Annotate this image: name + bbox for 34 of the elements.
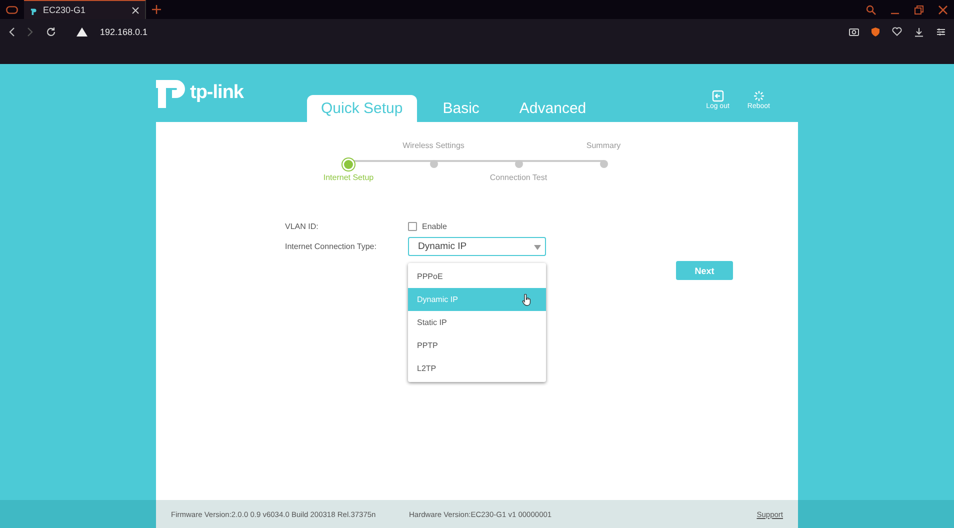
plus-icon[interactable] xyxy=(152,5,160,14)
logo-text: tp-link xyxy=(190,82,244,104)
dropdown-option[interactable]: PPPoE xyxy=(408,265,546,288)
reload-icon[interactable] xyxy=(46,26,56,36)
field-label: VLAN ID: xyxy=(285,222,320,231)
field-label: Internet Connection Type: xyxy=(285,242,378,251)
sliders-icon[interactable] xyxy=(936,26,946,36)
logo-icon xyxy=(156,78,188,108)
step-label: Summary xyxy=(585,141,622,152)
restore-icon[interactable] xyxy=(914,4,924,14)
checkbox-label: Enable xyxy=(422,222,447,231)
dropdown-option[interactable]: Static IP xyxy=(408,311,546,334)
camera-icon[interactable] xyxy=(849,27,859,36)
logout-icon xyxy=(712,90,724,102)
connection-type-select[interactable]: Dynamic IP xyxy=(408,237,546,256)
forward-icon[interactable] xyxy=(27,26,34,36)
warning-icon[interactable] xyxy=(76,26,88,36)
step-label: Internet Setup xyxy=(322,173,375,184)
caret-icon xyxy=(534,245,541,250)
address-field[interactable]: 192.168.0.1 xyxy=(100,26,148,36)
shield-icon[interactable] xyxy=(871,26,880,36)
logo-icon xyxy=(30,6,39,14)
dropdown-option[interactable]: PPTP xyxy=(408,334,546,357)
download-icon[interactable] xyxy=(914,26,924,36)
back-icon[interactable] xyxy=(8,26,15,36)
dropdown-option[interactable]: L2TP xyxy=(408,357,546,380)
step-label: Connection Test xyxy=(488,173,548,184)
search-icon[interactable] xyxy=(866,4,876,14)
checkbox[interactable] xyxy=(408,222,417,231)
pointer-icon xyxy=(522,294,531,306)
browser-tab[interactable]: EC230-G1 xyxy=(24,0,146,19)
spinner-icon xyxy=(752,90,765,102)
step-label: Wireless Settings xyxy=(402,141,466,152)
heart-icon[interactable] xyxy=(892,27,902,36)
